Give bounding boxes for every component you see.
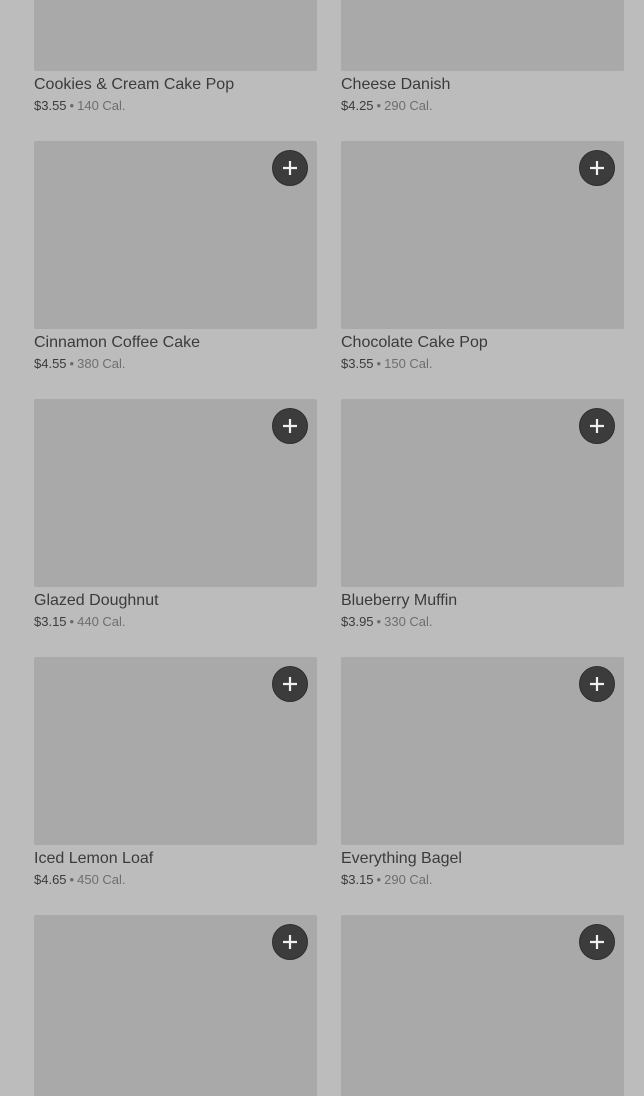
menu-item-card[interactable]: Iced Lemon Loaf $4.65 • 450 Cal. <box>34 657 317 888</box>
menu-item-image[interactable] <box>341 915 624 1096</box>
separator-dot: • <box>376 356 382 371</box>
add-to-order-button[interactable] <box>272 666 308 702</box>
separator-dot: • <box>69 98 75 113</box>
menu-item-image[interactable] <box>34 141 317 329</box>
menu-item-meta: $4.65 • 450 Cal. <box>34 872 317 888</box>
plus-icon <box>283 935 297 949</box>
menu-item-meta: $3.15 • 290 Cal. <box>341 872 624 888</box>
separator-dot: • <box>376 98 382 113</box>
plus-icon <box>590 677 604 691</box>
menu-item-card[interactable]: Chocolate Cake Pop $3.55 • 150 Cal. <box>341 141 624 372</box>
menu-item-calories: 150 Cal. <box>384 356 433 371</box>
separator-dot: • <box>376 614 382 629</box>
separator-dot: • <box>69 356 75 371</box>
add-to-order-button[interactable] <box>579 666 615 702</box>
menu-item-calories: 330 Cal. <box>384 614 433 629</box>
menu-item-image[interactable] <box>341 141 624 329</box>
menu-item-meta: $3.55 • 140 Cal. <box>34 98 317 114</box>
menu-item-price: $3.15 <box>341 872 374 887</box>
add-to-order-button[interactable] <box>272 924 308 960</box>
menu-item-price: $3.55 <box>34 98 67 113</box>
menu-item-image[interactable] <box>341 399 624 587</box>
menu-item-card[interactable]: Everything Bagel $3.15 • 290 Cal. <box>341 657 624 888</box>
menu-item-name[interactable]: Iced Lemon Loaf <box>34 849 317 869</box>
menu-item-price: $4.65 <box>34 872 67 887</box>
menu-item-image[interactable] <box>34 399 317 587</box>
menu-item-meta: $3.15 • 440 Cal. <box>34 614 317 630</box>
add-to-order-button[interactable] <box>272 150 308 186</box>
menu-item-name[interactable]: Cookies & Cream Cake Pop <box>34 75 317 95</box>
menu-item-image[interactable] <box>34 0 317 71</box>
menu-item-calories: 290 Cal. <box>384 98 433 113</box>
separator-dot: • <box>69 872 75 887</box>
plus-icon <box>590 935 604 949</box>
menu-item-name[interactable]: Blueberry Muffin <box>341 591 624 611</box>
menu-item-card[interactable]: Cookies & Cream Cake Pop $3.55 • 140 Cal. <box>34 0 317 114</box>
menu-item-name[interactable]: Cheese Danish <box>341 75 624 95</box>
menu-item-calories: 450 Cal. <box>77 872 126 887</box>
menu-item-card[interactable] <box>341 915 624 1096</box>
menu-item-image[interactable] <box>341 0 624 71</box>
menu-item-calories: 140 Cal. <box>77 98 126 113</box>
menu-item-name[interactable]: Chocolate Cake Pop <box>341 333 624 353</box>
menu-item-calories: 440 Cal. <box>77 614 126 629</box>
add-to-order-button[interactable] <box>579 408 615 444</box>
add-to-order-button[interactable] <box>579 924 615 960</box>
add-to-order-button[interactable] <box>579 150 615 186</box>
menu-item-card[interactable]: Blueberry Muffin $3.95 • 330 Cal. <box>341 399 624 630</box>
add-to-order-button[interactable] <box>272 408 308 444</box>
menu-item-meta: $3.95 • 330 Cal. <box>341 614 624 630</box>
menu-item-price: $4.25 <box>341 98 374 113</box>
menu-item-image[interactable] <box>34 657 317 845</box>
plus-icon <box>283 161 297 175</box>
menu-item-meta: $3.55 • 150 Cal. <box>341 356 624 372</box>
menu-grid: Cookies & Cream Cake Pop $3.55 • 140 Cal. … <box>0 0 644 1096</box>
plus-icon <box>590 419 604 433</box>
menu-item-card[interactable]: Glazed Doughnut $3.15 • 440 Cal. <box>34 399 317 630</box>
menu-item-price: $3.15 <box>34 614 67 629</box>
separator-dot: • <box>69 614 75 629</box>
menu-item-image[interactable] <box>34 915 317 1096</box>
menu-item-image[interactable] <box>341 657 624 845</box>
menu-item-name[interactable]: Everything Bagel <box>341 849 624 869</box>
menu-item-price: $3.95 <box>341 614 374 629</box>
menu-item-calories: 380 Cal. <box>77 356 126 371</box>
menu-item-card[interactable]: Cinnamon Coffee Cake $4.55 • 380 Cal. <box>34 141 317 372</box>
menu-item-calories: 290 Cal. <box>384 872 433 887</box>
plus-icon <box>283 677 297 691</box>
menu-item-price: $4.55 <box>34 356 67 371</box>
menu-item-meta: $4.25 • 290 Cal. <box>341 98 624 114</box>
menu-item-card[interactable] <box>34 915 317 1096</box>
menu-item-price: $3.55 <box>341 356 374 371</box>
plus-icon <box>283 419 297 433</box>
menu-item-name[interactable]: Cinnamon Coffee Cake <box>34 333 317 353</box>
menu-item-meta: $4.55 • 380 Cal. <box>34 356 317 372</box>
menu-item-card[interactable]: Cheese Danish $4.25 • 290 Cal. <box>341 0 624 114</box>
menu-item-name[interactable]: Glazed Doughnut <box>34 591 317 611</box>
plus-icon <box>590 161 604 175</box>
separator-dot: • <box>376 872 382 887</box>
